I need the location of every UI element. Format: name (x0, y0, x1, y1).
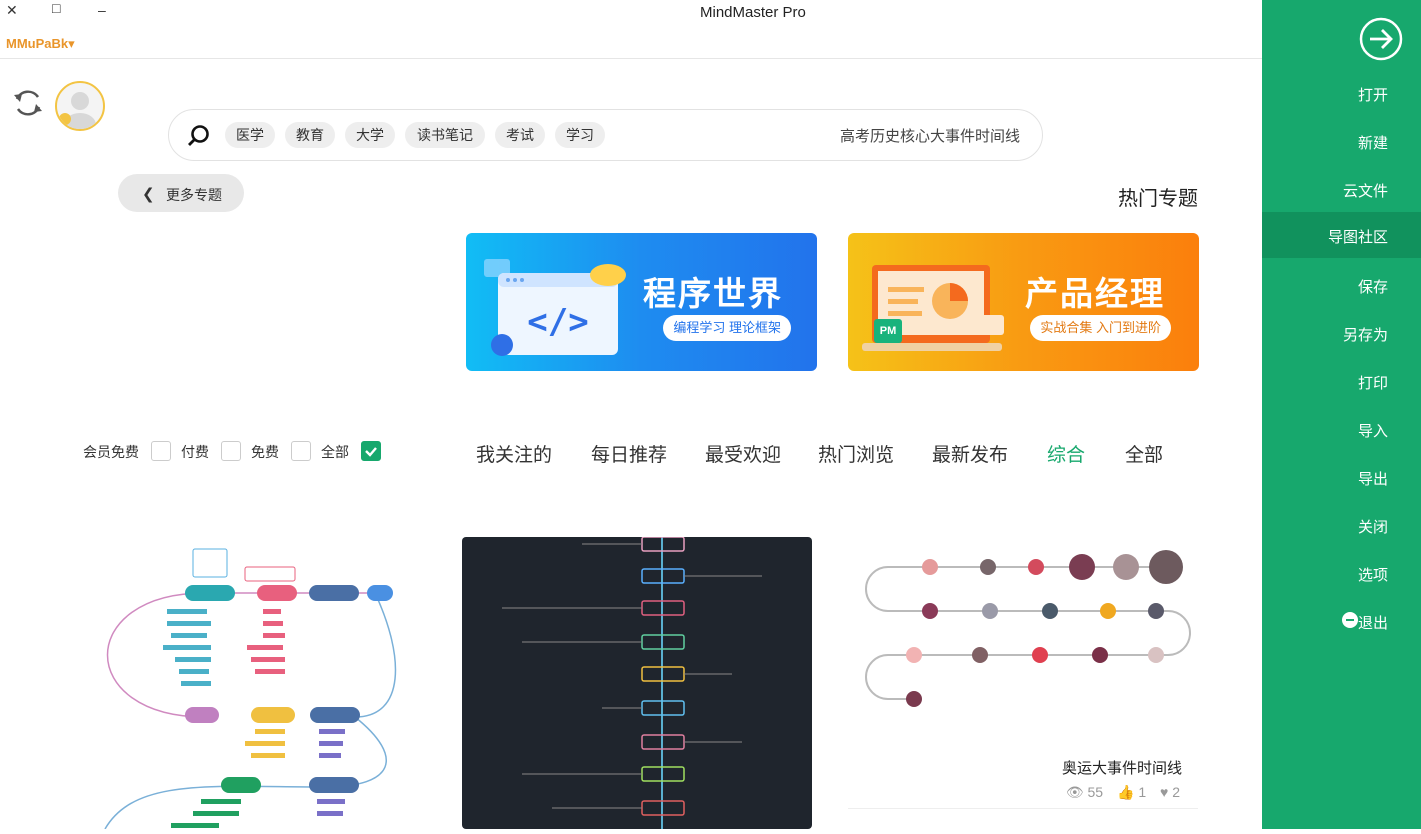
pm-badge: PM (874, 319, 902, 343)
sidebar-item-label: 关闭 (1357, 519, 1388, 536)
sidebar-item-label: 云文件 (1342, 183, 1388, 200)
tab-following[interactable]: 我关注的 (476, 440, 552, 467)
sidebar-item-open[interactable]: 打开 (1262, 70, 1421, 116)
sidebar: 打开 新建 云文件 导图社区 保存 另存为 打印 导入 导出 关闭 选项 退出 (1262, 0, 1421, 829)
sidebar-item-label: 保存 (1357, 279, 1388, 296)
title-bar: ✕ □ – MindMaster Pro (0, 0, 1262, 26)
price-all-label: 全部 (321, 444, 349, 460)
card-thumbnail (104, 548, 397, 830)
price-paid-checkbox[interactable] (221, 441, 241, 461)
tab-daily-picks[interactable]: 每日推荐 (591, 440, 667, 467)
tab-hot-views[interactable]: 热门浏览 (818, 440, 894, 467)
sidebar-item-save[interactable]: 保存 (1262, 262, 1421, 308)
minimize-window-button[interactable]: – (98, 2, 106, 18)
tab-all[interactable]: 全部 (1125, 440, 1163, 467)
search-tag-study[interactable]: 学习 (555, 122, 605, 148)
avatar[interactable] (55, 81, 105, 131)
banner-product-manager[interactable]: PM 产品经理 实战合集 入门到进阶 (848, 233, 1199, 371)
search-tag-exam[interactable]: 考试 (495, 122, 545, 148)
exit-icon (1342, 612, 1358, 628)
eye-icon: 👁 (1065, 784, 1084, 800)
search-icon[interactable] (187, 124, 211, 148)
likes-count: 1 (1138, 784, 1147, 800)
search-tag-university[interactable]: 大学 (345, 122, 395, 148)
sidebar-item-print[interactable]: 打印 (1262, 358, 1421, 404)
sidebar-item-exit[interactable]: 退出 (1262, 598, 1421, 644)
more-topics-button[interactable]: ❮ 更多专题 (118, 174, 244, 212)
card-divider (848, 808, 1198, 809)
views-count: 55 (1087, 784, 1104, 800)
banner-product-manager-subtitle: 实战合集 入门到进阶 (1030, 315, 1171, 341)
banner-programming-title: 程序世界 (643, 275, 783, 312)
sidebar-item-community[interactable]: 导图社区 (1262, 212, 1421, 258)
template-card[interactable] (462, 537, 812, 829)
window-title: MindMaster Pro (700, 4, 806, 21)
maximize-window-button[interactable]: □ (52, 0, 60, 16)
sidebar-item-cloud-files[interactable]: 云文件 (1262, 166, 1421, 212)
card-stats: 👁 55 👍 1 ♥ 2 (1066, 784, 1180, 801)
sidebar-item-save-as[interactable]: 另存为 (1262, 310, 1421, 356)
code-window-illustration-icon: </> (484, 259, 626, 356)
card-thumbnail (865, 550, 1191, 707)
sync-icon[interactable] (10, 85, 46, 121)
price-all-checkbox[interactable] (361, 441, 381, 461)
price-free-checkbox[interactable] (291, 441, 311, 461)
sidebar-item-label: 退出 (1357, 615, 1388, 632)
chevron-left-icon: ❮ (142, 186, 155, 203)
sidebar-item-label: 另存为 (1342, 327, 1388, 344)
search-input[interactable]: 高考历史核心大事件时间线 (840, 125, 1020, 146)
check-icon (365, 447, 377, 457)
sidebar-item-label: 导入 (1357, 423, 1388, 440)
sidebar-item-label: 打开 (1357, 87, 1388, 104)
template-card[interactable] (75, 537, 425, 830)
back-arrow-icon[interactable] (1358, 16, 1404, 62)
user-avatar-icon (59, 92, 96, 129)
card-thumbnail (502, 537, 762, 829)
search-tag-notes[interactable]: 读书笔记 (405, 122, 485, 148)
price-free-label: 免费 (251, 444, 279, 460)
more-topics-label: 更多专题 (166, 187, 222, 203)
sidebar-item-label: 导出 (1357, 471, 1388, 488)
card-title: 奥运大事件时间线 (1061, 760, 1182, 777)
sidebar-item-new[interactable]: 新建 (1262, 118, 1421, 164)
banner-programming-subtitle: 编程学习 理论框架 (663, 315, 791, 341)
sidebar-item-close[interactable]: 关闭 (1262, 502, 1421, 548)
sidebar-item-export[interactable]: 导出 (1262, 454, 1421, 500)
sidebar-item-label: 选项 (1357, 567, 1388, 584)
hot-topics-title: 热门专题 (1118, 188, 1198, 210)
thumbs-up-icon: 👍 (1116, 784, 1135, 800)
account-dropdown[interactable]: MMuPaBk▾ (6, 36, 75, 52)
sidebar-item-label: 导图社区 (1327, 229, 1388, 246)
laptop-illustration-icon (862, 265, 1004, 351)
search-tag-education[interactable]: 教育 (285, 122, 335, 148)
tab-latest[interactable]: 最新发布 (932, 440, 1008, 467)
banner-programming[interactable]: </> 程序世界 编程学习 理论框架 (466, 233, 817, 371)
svg-text:</>: </> (527, 302, 588, 342)
heart-icon: ♥ (1160, 784, 1169, 800)
close-window-button[interactable]: ✕ (6, 2, 18, 19)
search-bar[interactable]: 高考历史核心大事件时间线 学习 考试 读书笔记 大学 教育 医学 (168, 109, 1043, 161)
tab-most-popular[interactable]: 最受欢迎 (705, 440, 781, 467)
banner-product-manager-title: 产品经理 (1025, 275, 1165, 312)
tab-comprehensive[interactable]: 综合 (1047, 440, 1085, 467)
price-member-free-label: 会员免费 (83, 444, 139, 460)
template-card[interactable]: 奥运大事件时间线 👁 55 👍 1 ♥ 2 (848, 537, 1198, 829)
sidebar-item-label: 打印 (1357, 375, 1388, 392)
favorites-count: 2 (1172, 784, 1180, 800)
search-tag-medicine[interactable]: 医学 (225, 122, 275, 148)
sidebar-item-label: 新建 (1357, 135, 1388, 152)
price-paid-label: 付费 (181, 444, 209, 460)
price-member-free-checkbox[interactable] (151, 441, 171, 461)
sidebar-item-options[interactable]: 选项 (1262, 550, 1421, 596)
sidebar-item-import[interactable]: 导入 (1262, 406, 1421, 452)
header-divider (0, 58, 1262, 59)
